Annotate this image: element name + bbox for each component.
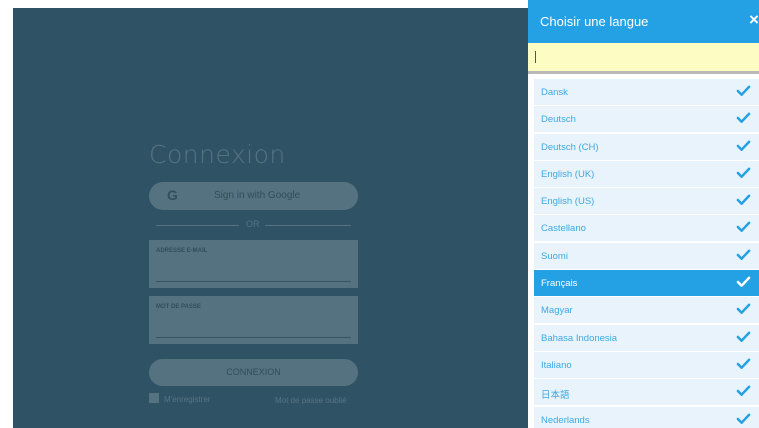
language-item-label: Suomi bbox=[541, 250, 568, 262]
language-item-label: Deutsch (CH) bbox=[541, 141, 599, 153]
language-item-label: Italiano bbox=[541, 359, 572, 371]
language-item-label: 日本語 bbox=[541, 390, 570, 402]
password-field-label: MOT DE PASSE bbox=[156, 304, 201, 310]
checkbox-icon[interactable] bbox=[149, 393, 159, 403]
language-item-label: English (US) bbox=[541, 196, 595, 208]
language-panel-title: Choisir une langue bbox=[540, 14, 649, 29]
language-item[interactable]: Suomi bbox=[534, 242, 759, 269]
language-item[interactable]: Dansk bbox=[534, 79, 759, 105]
google-signin-label: Sign in with Google bbox=[214, 190, 301, 201]
password-field[interactable]: MOT DE PASSE bbox=[149, 296, 358, 344]
language-item[interactable]: Castellano bbox=[534, 215, 759, 242]
remember-me-label: M'enregistrer bbox=[164, 395, 211, 404]
language-search-input[interactable] bbox=[528, 43, 759, 74]
language-item[interactable]: English (UK) bbox=[534, 160, 759, 187]
check-icon bbox=[736, 274, 751, 289]
google-signin-button[interactable]: G Sign in with Google bbox=[149, 182, 358, 210]
check-icon bbox=[736, 192, 751, 207]
close-icon[interactable]: × bbox=[749, 10, 759, 30]
language-item-label: Magyar bbox=[541, 305, 573, 317]
email-field-label: ADRESSE E-MAIL bbox=[156, 248, 208, 254]
screen: Connexion G Sign in with Google OR ADRES… bbox=[0, 0, 759, 428]
language-list: Dansk Deutsch Deutsch (CH) English (UK) Engl… bbox=[534, 79, 759, 428]
check-icon bbox=[736, 329, 751, 344]
google-icon: G bbox=[167, 187, 178, 203]
language-item-label: Dansk bbox=[541, 87, 568, 98]
check-icon bbox=[736, 138, 751, 153]
check-icon bbox=[736, 83, 751, 98]
password-field-underline bbox=[156, 337, 351, 338]
email-field[interactable]: ADRESSE E-MAIL bbox=[149, 240, 358, 288]
language-item[interactable]: Bahasa Indonesia bbox=[534, 324, 759, 351]
forgot-password-link[interactable]: Mot de passe oublié bbox=[275, 396, 347, 405]
language-item[interactable]: Magyar bbox=[534, 297, 759, 324]
language-item[interactable]: Deutsch bbox=[534, 106, 759, 133]
language-panel: Choisir une langue × Dansk Deutsch Deutsch… bbox=[528, 0, 759, 428]
check-icon bbox=[736, 383, 751, 398]
language-item-label: Français bbox=[541, 278, 578, 290]
check-icon bbox=[736, 165, 751, 180]
language-item[interactable]: Deutsch (CH) bbox=[534, 133, 759, 160]
language-panel-header: Choisir une langue × bbox=[528, 0, 759, 43]
check-icon bbox=[736, 247, 751, 262]
language-item-label: Nederlands bbox=[541, 414, 590, 426]
check-icon bbox=[736, 219, 751, 234]
language-item[interactable]: Italiano bbox=[534, 351, 759, 378]
check-icon bbox=[736, 411, 751, 426]
language-item-label: Bahasa Indonesia bbox=[541, 332, 618, 344]
email-field-underline bbox=[156, 281, 351, 282]
language-item-label: Castellano bbox=[541, 223, 586, 235]
divider-line-left bbox=[156, 225, 239, 226]
connexion-button[interactable]: CONNEXION bbox=[149, 359, 358, 386]
language-item[interactable]: Français bbox=[534, 270, 759, 297]
language-item-label: English (UK) bbox=[541, 168, 595, 180]
language-item[interactable]: Nederlands bbox=[534, 406, 759, 428]
login-title: Connexion bbox=[149, 140, 286, 169]
check-icon bbox=[736, 301, 751, 316]
check-icon bbox=[736, 356, 751, 371]
language-item[interactable]: English (US) bbox=[534, 188, 759, 215]
divider-or-text: OR bbox=[246, 219, 260, 229]
text-caret bbox=[535, 51, 536, 63]
check-icon bbox=[736, 110, 751, 125]
divider-line-right bbox=[265, 225, 351, 226]
language-item-label: Deutsch bbox=[541, 114, 576, 126]
language-item[interactable]: 日本語 bbox=[534, 379, 759, 406]
